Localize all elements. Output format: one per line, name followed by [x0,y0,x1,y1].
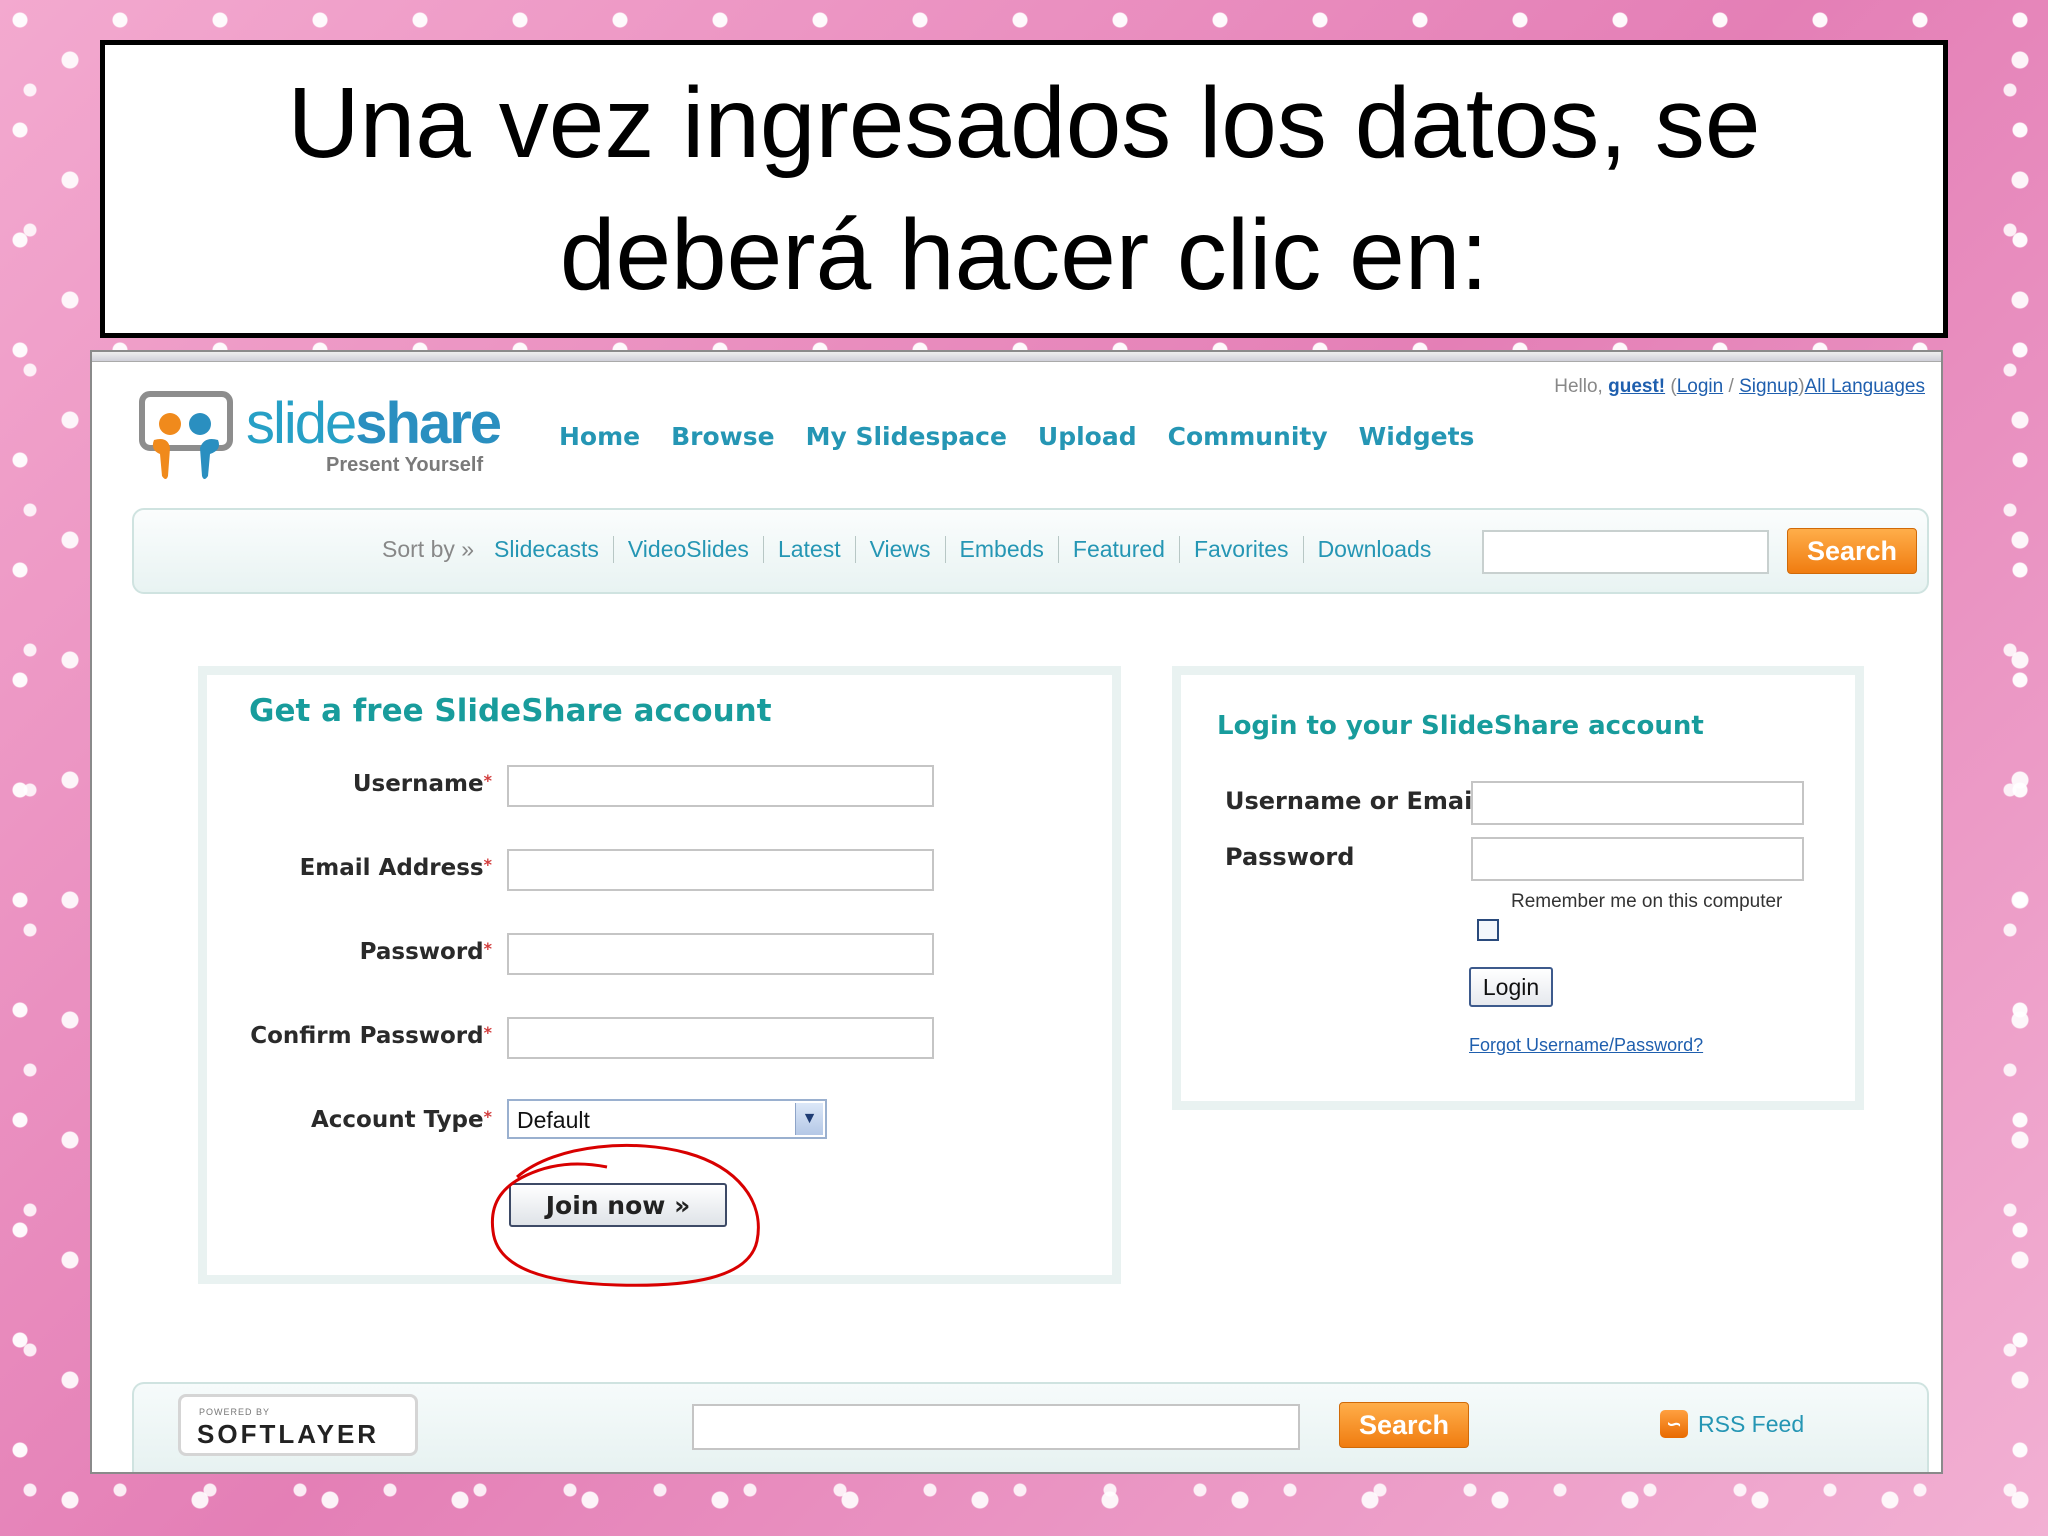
sort-featured[interactable]: Featured [1057,536,1179,563]
logo-share-text: share [355,391,502,456]
login-panel: Login to your SlideShare account Usernam… [1172,666,1864,1110]
remember-me-checkbox[interactable] [1477,919,1499,941]
softlayer-badge[interactable]: POWERED BY SOFTLAYER [178,1394,418,1456]
footer-search-button[interactable]: Search [1339,1402,1469,1448]
slideshare-logo[interactable]: slideshare Present Yourself [138,390,518,490]
account-type-label: Account Type* [311,1107,492,1133]
top-search-button[interactable]: Search [1787,528,1917,574]
sort-favorites[interactable]: Favorites [1178,536,1303,563]
signup-title: Get a free SlideShare account [249,693,772,729]
signup-confirm-password-input[interactable] [507,1017,934,1059]
sort-links: Sort by » Slidecasts VideoSlides Latest … [382,536,1445,563]
account-type-label-text: Account Type [310,1107,484,1133]
powered-by-text: POWERED BY [199,1407,271,1417]
login-title: Login to your SlideShare account [1217,711,1704,741]
signup-password-input[interactable] [507,933,934,975]
logo-slide-text: slide [246,391,357,456]
signup-panel: Get a free SlideShare account Username* … [198,666,1121,1287]
confirm-password-label: Confirm Password* [250,1023,492,1049]
account-type-value: Default [517,1107,590,1133]
slash-separator: / [1728,376,1734,397]
header-user-links: Hello, guest! (Login / Signup)All Langua… [1554,376,1925,398]
required-mark: * [483,855,492,874]
sort-views[interactable]: Views [854,536,945,563]
login-username-input[interactable] [1471,781,1804,825]
account-type-select[interactable]: Default ▼ [507,1099,827,1139]
sort-videoslides[interactable]: VideoSlides [612,536,763,563]
footer-bar: POWERED BY SOFTLAYER Search ∽ RSS Feed [132,1382,1929,1472]
sort-slidecasts[interactable]: Slidecasts [494,536,613,563]
guest-link[interactable]: guest! [1608,376,1665,397]
forgot-password-link[interactable]: Forgot Username/Password? [1469,1035,1703,1056]
slideshare-logo-icon [139,391,233,479]
password-label: Password* [360,939,492,965]
main-nav: Home Browse My Slidespace Upload Communi… [559,422,1474,451]
nav-community[interactable]: Community [1168,422,1328,451]
login-link[interactable]: Login [1677,376,1724,397]
nav-my-slidespace[interactable]: My Slidespace [806,422,1007,451]
nav-widgets[interactable]: Widgets [1359,422,1475,451]
nav-browse[interactable]: Browse [671,422,775,451]
required-mark: * [483,1023,492,1042]
sort-bar: Sort by » Slidecasts VideoSlides Latest … [132,508,1929,594]
logo-tagline: Present Yourself [326,454,484,476]
email-label: Email Address* [300,855,492,881]
signup-link[interactable]: Signup [1739,376,1798,397]
signup-email-input[interactable] [507,849,934,891]
login-password-label: Password [1225,843,1355,871]
browser-top-strip [92,352,1941,362]
email-label-text: Email Address [299,855,484,881]
login-username-label: Username or Email [1225,787,1481,815]
confirm-password-label-text: Confirm Password [250,1023,484,1049]
slide-title: Una vez ingresados los datos, se deberá … [287,67,1761,311]
required-mark: * [483,1107,492,1126]
sort-embeds[interactable]: Embeds [944,536,1058,563]
required-mark: * [483,939,492,958]
slide-title-box: Una vez ingresados los datos, se deberá … [100,40,1948,338]
logo-wordmark: slideshare [246,390,502,457]
username-label-text: Username [352,771,484,797]
rss-icon: ∽ [1660,1410,1688,1438]
footer-search-input[interactable] [692,1404,1300,1450]
sort-downloads[interactable]: Downloads [1302,536,1446,563]
sort-latest[interactable]: Latest [762,536,855,563]
login-button[interactable]: Login [1469,967,1553,1007]
nav-upload[interactable]: Upload [1038,422,1137,451]
nav-home[interactable]: Home [559,422,640,451]
required-mark: * [483,771,492,790]
hello-text: Hello, [1554,376,1603,397]
password-label-text: Password [359,939,484,965]
top-search-input[interactable] [1482,530,1769,574]
signup-username-input[interactable] [507,765,934,807]
annotation-red-circle [490,1143,760,1287]
login-password-input[interactable] [1471,837,1804,881]
softlayer-logo-text: SOFTLAYER [197,1419,380,1449]
slideshare-page: Hello, guest! (Login / Signup)All Langua… [90,350,1943,1474]
rss-feed-label: RSS Feed [1698,1410,1805,1437]
rss-feed-link[interactable]: ∽ RSS Feed [1660,1410,1804,1438]
all-languages-link[interactable]: All Languages [1805,376,1925,397]
remember-me-label: Remember me on this computer [1511,891,1783,912]
chevron-down-icon: ▼ [795,1103,823,1135]
sort-by-label: Sort by » [382,536,475,562]
username-label: Username* [353,771,492,797]
